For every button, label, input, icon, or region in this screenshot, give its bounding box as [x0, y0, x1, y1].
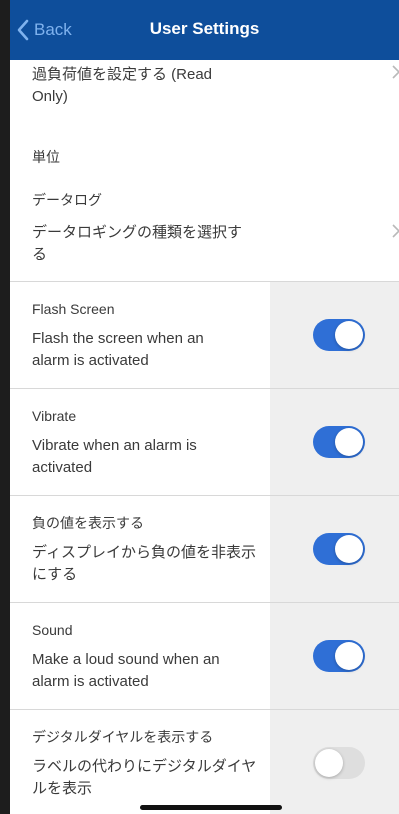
vibrate-toggle[interactable]	[313, 426, 365, 458]
setting-description: Flash the screen when an alarm is activa…	[32, 330, 204, 369]
sound-toggle[interactable]	[313, 640, 365, 672]
vibrate-row: Vibrate Vibrate when an alarm is activat…	[10, 389, 399, 496]
digital-dial-toggle[interactable]	[313, 747, 365, 779]
sound-row: Sound Make a loud sound when an alarm is…	[10, 603, 399, 710]
overload-row[interactable]: 過負荷値を設定する (Read Only)	[10, 60, 399, 128]
device-bezel	[0, 0, 10, 814]
flash-screen-toggle[interactable]	[313, 319, 365, 351]
setting-title: デジタルダイヤルを表示する	[32, 729, 214, 745]
units-row[interactable]: 単位	[10, 128, 399, 180]
units-label: 単位	[32, 149, 60, 165]
home-indicator	[140, 805, 282, 810]
datalog-row[interactable]: データログ データロギングの種類を選択する	[10, 180, 399, 282]
setting-description: ラベルの代わりにデジタルダイヤルを表示	[32, 758, 257, 797]
digital-dial-row: デジタルダイヤルを表示する ラベルの代わりにデジタルダイヤルを表示	[10, 710, 399, 814]
page-title: User Settings	[149, 19, 260, 38]
setting-description: Vibrate when an alarm is activated	[32, 437, 197, 476]
screen: Back User Settings 過負荷値を設定する (Read Only)…	[0, 0, 399, 814]
chevron-right-icon	[391, 64, 399, 80]
datalog-description: データロギングの種類を選択する	[32, 224, 243, 263]
chevron-right-icon	[391, 223, 399, 239]
navigation-bar: Back User Settings	[10, 0, 399, 60]
datalog-title: データログ	[32, 192, 102, 208]
setting-title: Vibrate	[32, 408, 77, 424]
setting-description: Make a loud sound when an alarm is activ…	[32, 651, 220, 690]
setting-title: Flash Screen	[32, 301, 115, 317]
show-negative-toggle[interactable]	[313, 533, 365, 565]
setting-title: 負の値を表示する	[32, 515, 144, 531]
settings-list: 過負荷値を設定する (Read Only) 単位 データログ データロギングの種…	[10, 60, 399, 814]
setting-description: ディスプレイから負の値を非表示にする	[32, 544, 256, 583]
setting-title: Sound	[32, 622, 73, 638]
show-negative-row: 負の値を表示する ディスプレイから負の値を非表示にする	[10, 496, 399, 603]
flash-screen-row: Flash Screen Flash the screen when an al…	[10, 282, 399, 389]
overload-label: 過負荷値を設定する (Read Only)	[32, 66, 213, 105]
